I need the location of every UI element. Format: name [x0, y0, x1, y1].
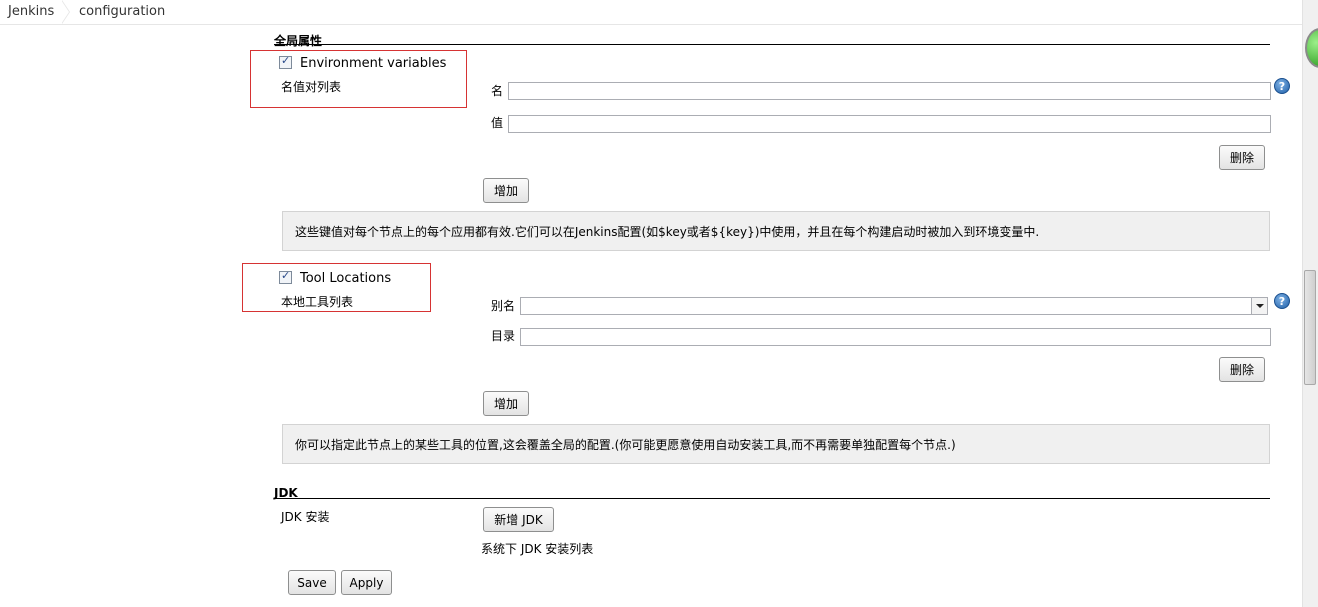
- env-name-input[interactable]: [508, 82, 1271, 100]
- tool-alias-label: 别名: [491, 299, 516, 313]
- env-vars-sublabel: 名值对列表: [281, 80, 342, 94]
- section-divider: [274, 44, 1270, 45]
- env-name-label: 名: [491, 84, 504, 98]
- apply-button[interactable]: Apply: [341, 570, 392, 595]
- tool-locations-info: 你可以指定此节点上的某些工具的位置,这会覆盖全局的配置.(你可能更愿意使用自动安…: [282, 424, 1270, 464]
- save-button[interactable]: Save: [288, 570, 336, 595]
- tool-locations-sublabel: 本地工具列表: [281, 295, 354, 309]
- tool-dir-label: 目录: [491, 329, 516, 343]
- tool-dir-input[interactable]: [520, 328, 1271, 346]
- tool-locations-label: Tool Locations: [300, 271, 392, 286]
- tool-alias-select[interactable]: [520, 297, 1268, 315]
- add-jdk-button[interactable]: 新增 JDK: [483, 507, 554, 532]
- env-delete-button[interactable]: 删除: [1219, 145, 1265, 170]
- tool-delete-button[interactable]: 删除: [1219, 357, 1265, 382]
- env-vars-label: Environment variables: [300, 56, 447, 71]
- tool-locations-checkbox[interactable]: [279, 269, 292, 284]
- help-icon[interactable]: ?: [1274, 293, 1290, 309]
- breadcrumb: Jenkins configuration: [0, 0, 1302, 25]
- env-add-button[interactable]: 增加: [483, 178, 529, 203]
- jdk-install-label: JDK 安装: [281, 510, 330, 524]
- global-properties-title: 全局属性: [274, 34, 323, 48]
- breadcrumb-jenkins[interactable]: Jenkins: [8, 0, 54, 24]
- help-icon[interactable]: ?: [1274, 78, 1290, 94]
- tool-add-button[interactable]: 增加: [483, 391, 529, 416]
- jdk-divider: [274, 498, 1270, 499]
- env-value-input[interactable]: [508, 115, 1271, 133]
- env-vars-info: 这些键值对每个节点上的每个应用都有效.它们可以在Jenkins配置(如$key或…: [282, 211, 1270, 251]
- env-value-label: 值: [491, 116, 504, 130]
- scrollbar-thumb[interactable]: [1304, 270, 1316, 385]
- jdk-install-note: 系统下 JDK 安装列表: [481, 542, 594, 556]
- breadcrumb-configuration[interactable]: configuration: [79, 0, 165, 24]
- chevron-down-icon[interactable]: [1251, 298, 1267, 314]
- env-vars-checkbox[interactable]: [279, 54, 292, 69]
- breadcrumb-separator: [61, 0, 74, 24]
